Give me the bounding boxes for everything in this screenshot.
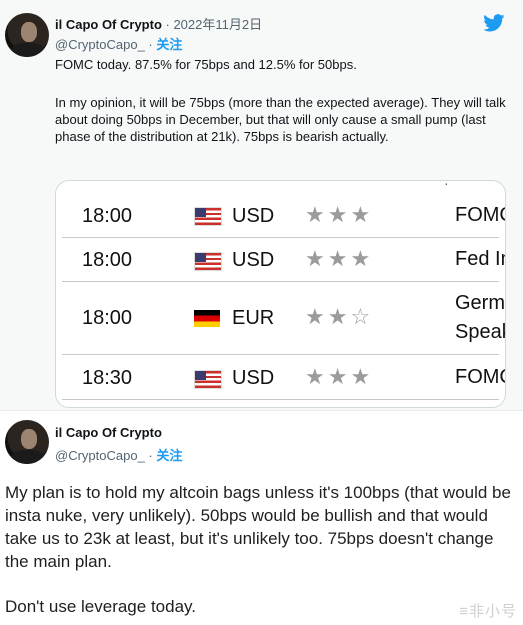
row-time: 18:00: [82, 307, 133, 329]
tweet-date[interactable]: · 2022年11月2日: [162, 17, 263, 32]
row-currency: USD: [232, 205, 275, 227]
tweet-header: il Capo Of Crypto: [55, 425, 162, 440]
separator: ·: [144, 37, 157, 52]
twitter-logo-icon[interactable]: [483, 14, 505, 32]
author-handle[interactable]: @CryptoCapo_: [55, 37, 145, 52]
row-time: 18:00: [82, 205, 133, 227]
us-flag-icon: [194, 370, 222, 389]
row-time: 18:30: [82, 367, 133, 389]
us-flag-icon: [194, 207, 222, 226]
row-event-line-2: Speak: [455, 321, 505, 343]
avatar-face: [21, 429, 37, 449]
importance-stars: ★★★: [305, 246, 374, 271]
follow-button[interactable]: 关注: [156, 448, 182, 463]
avatar[interactable]: [5, 13, 49, 57]
importance-stars: ★★★: [305, 202, 374, 227]
importance-stars: ★★☆: [305, 304, 374, 329]
row-time: 18:00: [82, 249, 133, 271]
watermark: ≡非小号: [459, 603, 517, 620]
handle-line: @CryptoCapo_ · 关注: [55, 34, 182, 53]
calendar-image-card[interactable]: · 18:00 USD ★★★ FOMC 18:00 USD ★★★ Fed I…: [55, 180, 506, 408]
separator: ·: [144, 448, 157, 463]
row-event: Germa: [455, 292, 505, 314]
tweet-text-paragraph-1: My plan is to hold my altcoin bags unles…: [5, 483, 511, 571]
tweet-1: il Capo Of Crypto · 2022年11月2日 @CryptoCa…: [0, 0, 523, 411]
author-name[interactable]: il Capo Of Crypto: [55, 425, 162, 440]
handle-line: @CryptoCapo_ · 关注: [55, 445, 182, 464]
avatar-face: [21, 22, 37, 42]
follow-button[interactable]: 关注: [156, 37, 182, 52]
table-row: 18:00 USD ★★★ Fed In: [62, 238, 505, 282]
tweet-header: il Capo Of Crypto · 2022年11月2日: [55, 14, 262, 33]
author-name[interactable]: il Capo Of Crypto: [55, 17, 162, 32]
author-handle[interactable]: @CryptoCapo_: [55, 448, 145, 463]
table-row: 18:00 USD ★★★ FOMC: [62, 193, 505, 238]
us-flag-icon: [194, 252, 222, 271]
table-row: 18:00 EUR ★★☆ Germa Speak: [62, 282, 505, 355]
tweet-text-line-1: FOMC today. 87.5% for 75bps and 12.5% fo…: [55, 57, 357, 72]
avatar-suit: [11, 43, 45, 57]
row-event: FOMC: [455, 366, 505, 388]
row-currency: USD: [232, 367, 275, 389]
tweet-2: il Capo Of Crypto @CryptoCapo_ · 关注 My p…: [0, 411, 523, 625]
avatar[interactable]: [5, 420, 49, 464]
row-event: FOMC: [455, 204, 505, 226]
de-flag-icon: [194, 310, 220, 327]
importance-stars: ★★★: [305, 364, 374, 389]
table-row: 18:30 USD ★★★ FOMC: [62, 355, 505, 400]
avatar-suit: [11, 450, 45, 464]
tweet-text-paragraph-2: In my opinion, it will be 75bps (more th…: [55, 95, 506, 144]
tweet-text-paragraph-2: Don't use leverage today.: [5, 597, 196, 616]
row-event: Fed In: [455, 248, 505, 270]
cropped-row-fragment: ·: [444, 180, 449, 191]
row-currency: USD: [232, 249, 275, 271]
row-currency: EUR: [232, 307, 275, 329]
